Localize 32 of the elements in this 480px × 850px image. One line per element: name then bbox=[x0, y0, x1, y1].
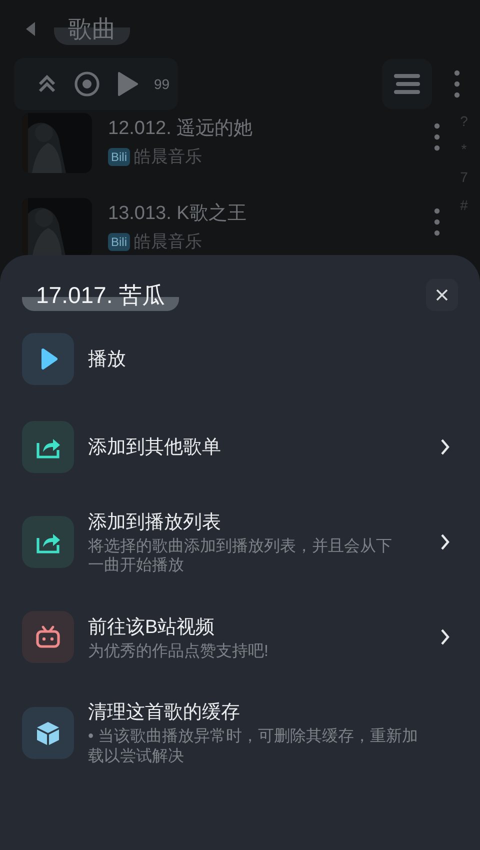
back-icon[interactable] bbox=[24, 21, 36, 37]
share-tile[interactable] bbox=[22, 421, 74, 473]
song-title: 12.012. 遥远的她 bbox=[108, 117, 254, 141]
close-icon bbox=[435, 288, 449, 302]
more-icon[interactable] bbox=[434, 123, 440, 151]
chevron-right-icon[interactable] bbox=[440, 628, 450, 646]
chevron-right-icon[interactable] bbox=[440, 438, 450, 456]
artist-name: 皓晨音乐 bbox=[134, 146, 202, 168]
chevron-right-icon[interactable] bbox=[440, 533, 450, 552]
artist-name: 皓晨音乐 bbox=[134, 231, 202, 253]
menu-item-label[interactable]: 播放 bbox=[88, 346, 422, 372]
source-badge: Bili bbox=[108, 232, 130, 250]
play-count: 99 bbox=[154, 76, 170, 92]
menu-item-label[interactable]: 添加到其他歌单 bbox=[88, 434, 396, 460]
cube-tile[interactable] bbox=[22, 706, 74, 759]
menu-item-label[interactable]: 清理这首歌的缓存 bbox=[88, 699, 422, 726]
menu-item-description: 为优秀的作品点赞支持吧! bbox=[88, 642, 270, 661]
menu-item-description: 将选择的歌曲添加到播放列表，并且会从下一曲开始播放 bbox=[88, 537, 393, 576]
song-title: 13.013. K歌之王 bbox=[108, 202, 248, 226]
more-icon[interactable] bbox=[454, 70, 460, 98]
more-icon[interactable] bbox=[434, 208, 440, 236]
menu-item-description: • 当该歌曲播放异常时，可删除其缓存，重新加载以尝试解决 bbox=[88, 727, 420, 766]
target-icon[interactable] bbox=[74, 71, 100, 97]
tv-tile[interactable] bbox=[22, 611, 74, 664]
list-button[interactable] bbox=[382, 59, 432, 109]
close-button[interactable] bbox=[426, 279, 458, 311]
source-badge: Bili bbox=[108, 148, 130, 166]
play-tile[interactable] bbox=[22, 333, 74, 385]
menu-item-label[interactable]: 添加到播放列表 bbox=[88, 509, 396, 535]
menu-item-label[interactable]: 前往该B站视频 bbox=[88, 614, 396, 640]
menu-icon bbox=[393, 73, 421, 95]
share-tile[interactable] bbox=[22, 516, 74, 568]
